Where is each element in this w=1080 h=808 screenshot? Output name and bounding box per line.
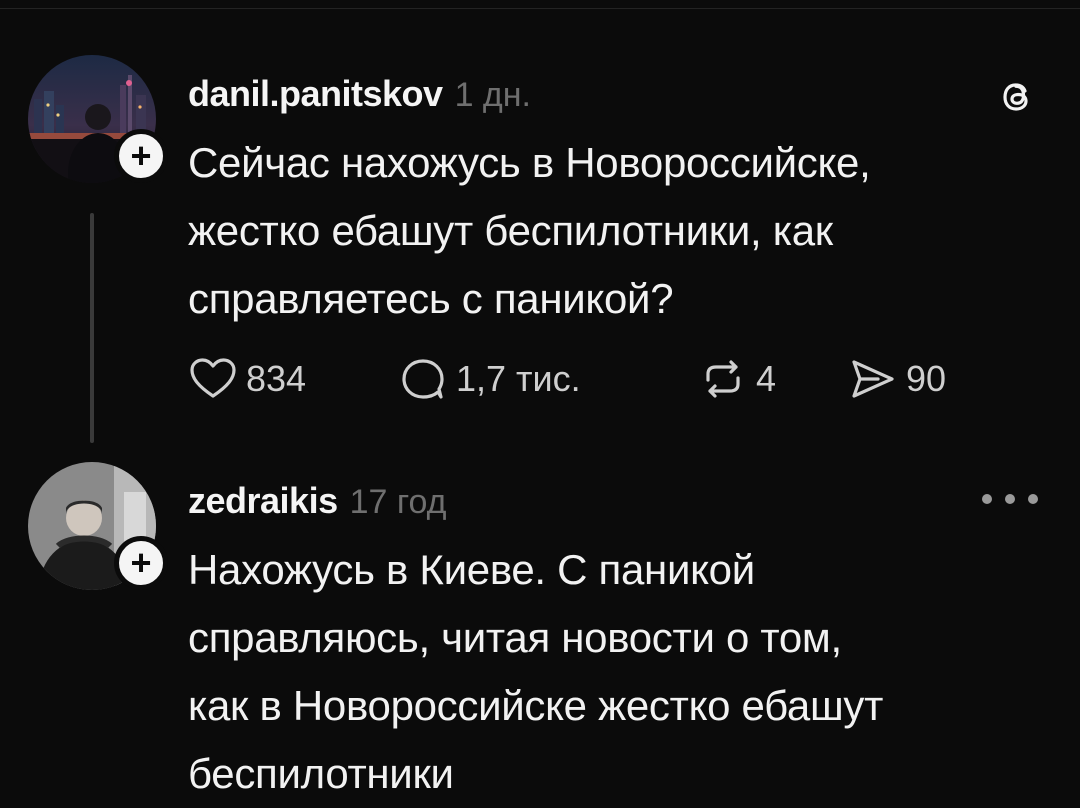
top-divider [0,8,1080,9]
share-count: 90 [906,358,947,399]
repost-count: 4 [756,358,777,399]
comment-icon [402,359,444,399]
dot [1028,494,1038,504]
username[interactable]: danil.panitskov [188,73,443,115]
heart-icon [190,358,236,398]
reply-button[interactable]: 1,7 тис. [398,356,698,402]
avatar-container[interactable]: + [28,462,168,590]
post-header: danil.panitskov 1 дн. [188,73,1050,123]
send-icon [852,360,894,398]
more-options-icon[interactable] [982,494,1038,506]
dot [1005,494,1015,504]
post-timestamp: 1 дн. [454,76,531,114]
post-actions: 834 1,7 тис. 4 90 [188,351,998,407]
username[interactable]: zedraikis [188,480,338,522]
thread-post: + danil.panitskov 1 дн. Сейчас нахожусь … [0,55,1080,455]
like-count: 834 [246,358,307,399]
share-button[interactable]: 90 [848,356,998,402]
post-timestamp: 17 год [349,483,447,521]
follow-plus-button[interactable]: + [114,129,168,183]
reply-count: 1,7 тис. [456,358,581,399]
thread-reply-post: + zedraikis 17 год Нахожусь в Киеве. С п… [0,462,1080,797]
threads-logo-icon[interactable] [994,75,1038,119]
repost-button[interactable]: 4 [698,356,848,402]
follow-plus-button[interactable]: + [114,536,168,590]
repost-icon [706,360,740,398]
post-text: Сейчас нахожусь в Новороссийске, жестко … [188,139,871,322]
like-button[interactable]: 834 [188,356,398,402]
thread-connector-line [90,213,94,443]
dot [982,494,992,504]
post-header: zedraikis 17 год [188,480,1050,530]
avatar-container[interactable]: + [28,55,168,183]
post-text: Нахожусь в Киеве. С паникой справляюсь, … [188,546,884,797]
